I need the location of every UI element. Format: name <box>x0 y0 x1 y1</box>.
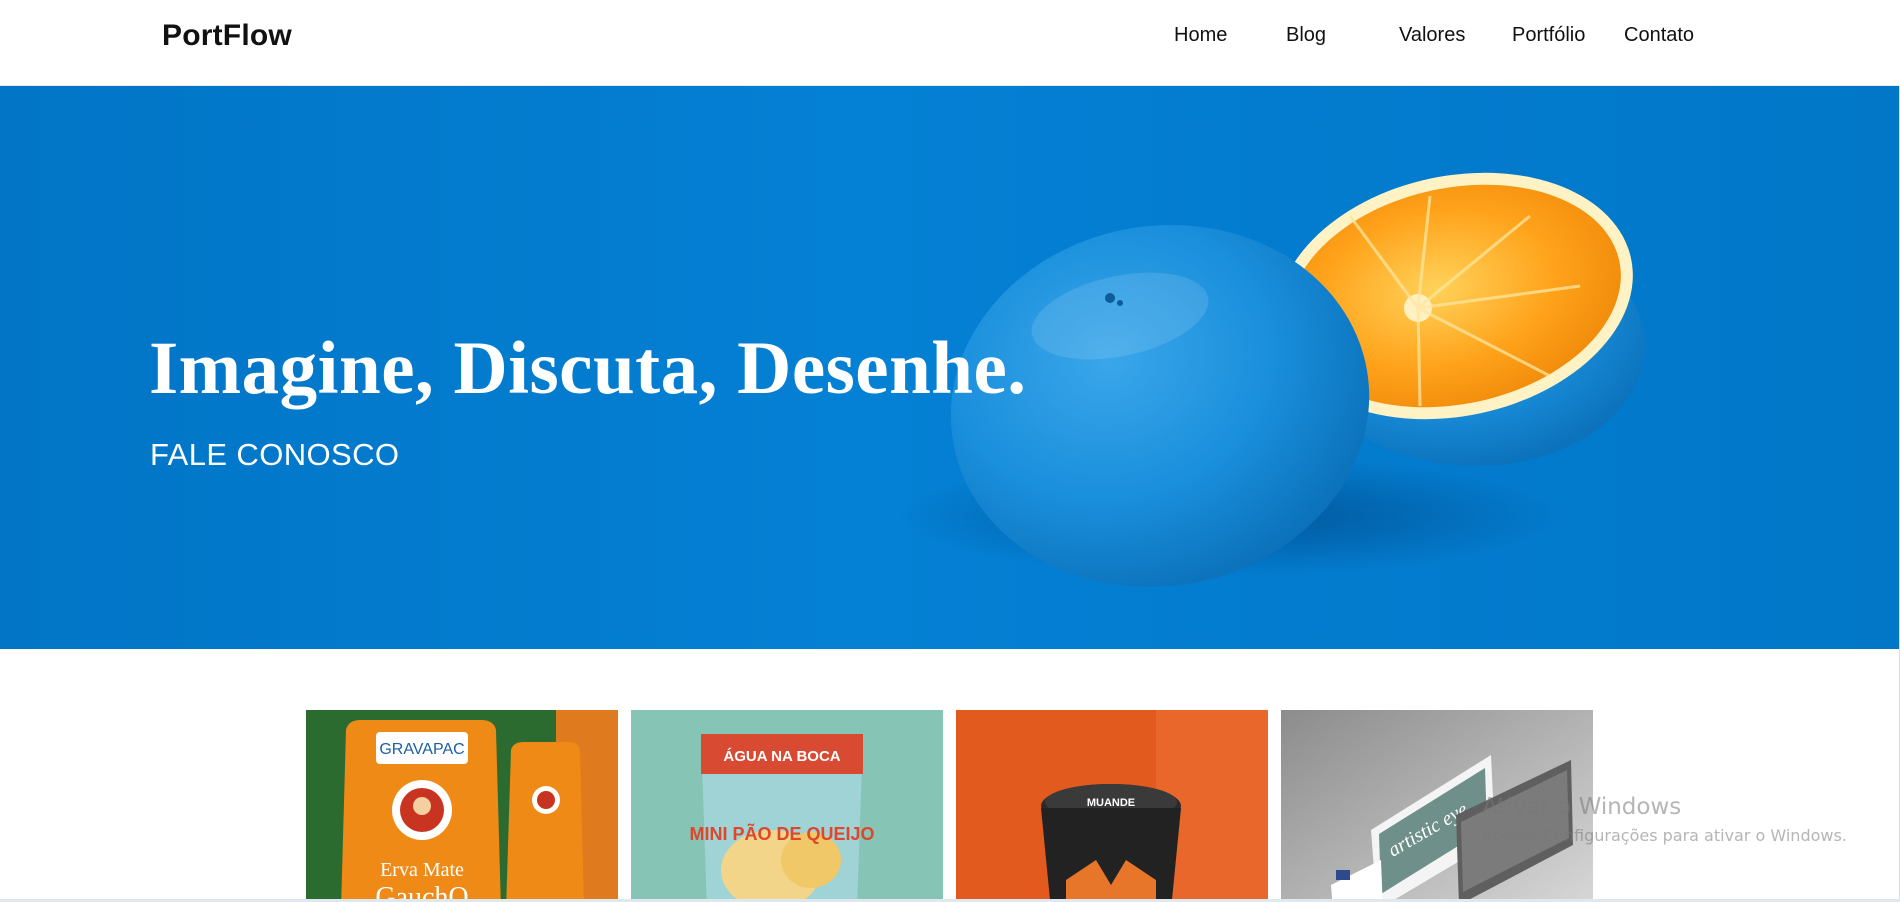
contact-cta-button[interactable]: FALE CONOSCO <box>150 437 399 473</box>
nav-valores[interactable]: Valores <box>1399 24 1465 47</box>
card2-brand: ÁGUA NA BOCA <box>723 748 840 765</box>
nav-home[interactable]: Home <box>1174 24 1227 47</box>
hero-title: Imagine, Discuta, Desenhe. <box>149 327 1027 410</box>
nav-contato[interactable]: Contato <box>1624 24 1694 47</box>
portfolio-card-artistic-eye[interactable]: artistic eye <box>1281 710 1593 902</box>
nav-portfolio[interactable]: Portfólio <box>1512 24 1585 47</box>
browser-viewport: PortFlow Home Blog Valores Portfólio Con… <box>0 0 1900 902</box>
hero-banner: Imagine, Discuta, Desenhe. FALE CONOSCO <box>0 86 1900 649</box>
page: PortFlow Home Blog Valores Portfólio Con… <box>0 0 1900 902</box>
card1-brand: GRAVAPAC <box>379 741 464 758</box>
portfolio-card-agua-na-boca[interactable]: ÁGUA NA BOCA MINI PÃO DE QUEIJO <box>631 710 943 902</box>
card2-product: MINI PÃO DE QUEIJO <box>689 823 874 844</box>
portfolio-section: GRAVAPAC Erva Mate GauchO ÁGUA NA BOCA M… <box>0 649 1900 902</box>
portfolio-card-muande[interactable]: MUANDE <box>956 710 1268 902</box>
navbar: PortFlow Home Blog Valores Portfólio Con… <box>0 0 1900 86</box>
card1-product: Erva Mate <box>380 859 464 881</box>
card3-brand: MUANDE <box>1087 797 1135 809</box>
ice-cream-tub-image: MUANDE <box>956 710 1268 902</box>
brand-logo[interactable]: PortFlow <box>162 19 292 53</box>
nav-blog[interactable]: Blog <box>1286 24 1326 47</box>
website-mockup-image: artistic eye <box>1281 710 1593 902</box>
portfolio-card-erva-mate[interactable]: GRAVAPAC Erva Mate GauchO <box>306 710 618 902</box>
chips-bag-image: ÁGUA NA BOCA MINI PÃO DE QUEIJO <box>631 710 943 902</box>
erva-mate-image: GRAVAPAC Erva Mate GauchO <box>306 710 618 902</box>
